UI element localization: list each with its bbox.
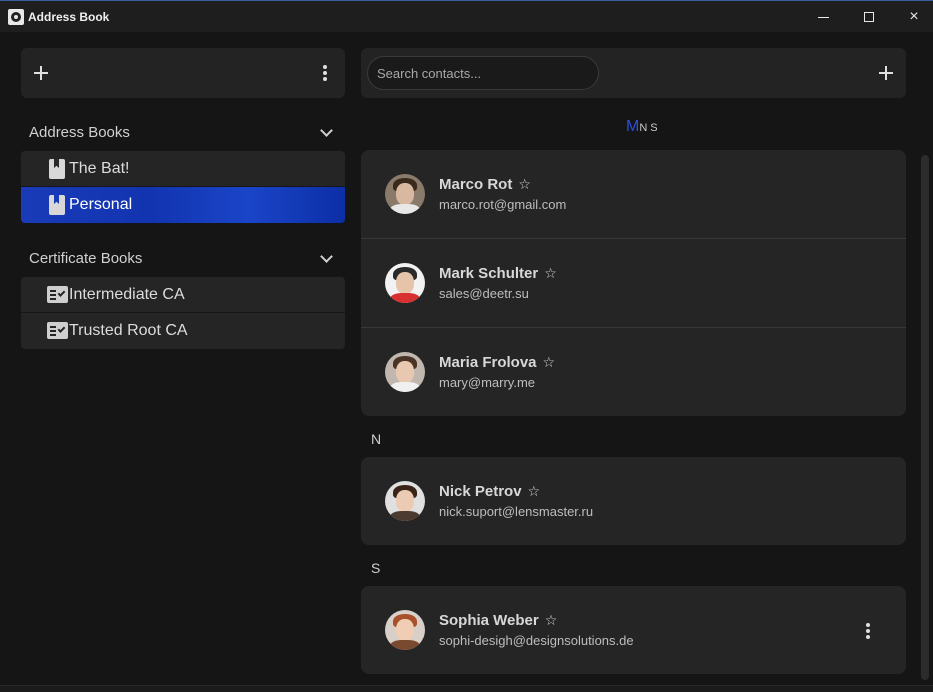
maximize-icon xyxy=(864,12,874,22)
contact-name: Sophia Weber ☆ xyxy=(439,612,558,629)
contact-menu-kebab-icon[interactable] xyxy=(864,623,872,639)
minimize-button[interactable] xyxy=(800,1,846,33)
contact-group-n: Nick Petrov ☆ nick.suport@lensmaster.ru xyxy=(361,457,906,545)
contact-email: nick.suport@lensmaster.ru xyxy=(439,504,594,519)
avatar xyxy=(385,352,425,392)
chevron-down-icon[interactable] xyxy=(320,124,333,137)
close-icon: × xyxy=(909,8,919,25)
add-contact-button[interactable] xyxy=(876,63,896,83)
left-menu-kebab-icon[interactable] xyxy=(321,65,329,81)
star-icon[interactable]: ☆ xyxy=(543,354,556,371)
address-book-item-the-bat[interactable]: The Bat! xyxy=(21,151,345,187)
contacts-scrollbar[interactable] xyxy=(921,155,929,680)
contact-email: sales@deetr.su xyxy=(439,286,529,301)
maximize-button[interactable] xyxy=(846,1,892,33)
certificate-books-title: Certificate Books xyxy=(29,250,143,267)
avatar xyxy=(385,481,425,521)
title-bar: Address Book × xyxy=(0,0,933,32)
address-book-label: Personal xyxy=(69,196,133,213)
contact-name: Mark Schulter ☆ xyxy=(439,265,557,282)
contact-name: Marco Rot ☆ xyxy=(439,176,531,193)
address-books-list: The Bat! Personal xyxy=(21,151,345,223)
contact-email: marco.rot@gmail.com xyxy=(439,197,567,212)
star-icon[interactable]: ☆ xyxy=(545,612,558,629)
left-toolbar xyxy=(21,48,345,98)
address-book-item-personal[interactable]: Personal xyxy=(21,187,345,223)
star-icon[interactable]: ☆ xyxy=(518,176,531,193)
contact-card-sophia-weber[interactable]: Sophia Weber ☆ sophi-desigh@designsolutio… xyxy=(361,586,906,674)
address-book-app-icon xyxy=(8,9,24,25)
alphabet-index: MN S xyxy=(626,118,661,136)
address-books-title: Address Books xyxy=(29,124,130,141)
alphabet-index-letter-n[interactable]: N xyxy=(639,122,647,134)
certificate-book-label: Trusted Root CA xyxy=(69,322,188,339)
certificate-books-header[interactable]: Certificate Books xyxy=(21,244,345,274)
search-contacts-input[interactable] xyxy=(367,56,599,90)
alphabet-index-letter-s[interactable]: S xyxy=(650,122,657,134)
avatar xyxy=(385,610,425,650)
contact-card-mark-schulter[interactable]: Mark Schulter ☆ sales@deetr.su xyxy=(361,239,906,328)
contact-group-s: Sophia Weber ☆ sophi-desigh@designsolutio… xyxy=(361,586,906,674)
contact-card-maria-frolova[interactable]: Maria Frolova ☆ mary@marry.me xyxy=(361,328,906,416)
avatar xyxy=(385,263,425,303)
chevron-down-icon[interactable] xyxy=(320,250,333,263)
certificate-icon xyxy=(47,322,68,339)
window-title: Address Book xyxy=(28,10,110,24)
group-letter-s: S xyxy=(371,560,381,576)
certificate-book-item-intermediate-ca[interactable]: Intermediate CA xyxy=(21,277,345,313)
contact-email: mary@marry.me xyxy=(439,375,536,390)
contacts-toolbar xyxy=(361,48,906,98)
star-icon[interactable]: ☆ xyxy=(544,265,557,282)
window-bottom-edge xyxy=(0,685,933,692)
address-book-label: The Bat! xyxy=(69,160,130,177)
contact-email: sophi-desigh@designsolutions.de xyxy=(439,633,634,648)
address-book-icon xyxy=(49,195,65,215)
address-book-icon xyxy=(49,159,65,179)
close-button[interactable]: × xyxy=(891,1,933,33)
certificate-books-list: Intermediate CA Trusted Root CA xyxy=(21,277,345,349)
avatar xyxy=(385,174,425,214)
contact-name: Maria Frolova ☆ xyxy=(439,354,556,371)
minimize-icon xyxy=(817,16,829,18)
address-books-header[interactable]: Address Books xyxy=(21,118,345,148)
certificate-book-label: Intermediate CA xyxy=(69,286,185,303)
certificate-icon xyxy=(47,286,68,303)
contact-name: Nick Petrov ☆ xyxy=(439,483,541,500)
contact-card-nick-petrov[interactable]: Nick Petrov ☆ nick.suport@lensmaster.ru xyxy=(361,457,906,545)
contact-card-marco-rot[interactable]: Marco Rot ☆ marco.rot@gmail.com xyxy=(361,150,906,239)
add-address-book-button[interactable] xyxy=(31,63,51,83)
star-icon[interactable]: ☆ xyxy=(528,483,541,500)
alphabet-index-letter-m[interactable]: M xyxy=(626,118,639,135)
group-letter-n: N xyxy=(371,431,382,447)
certificate-book-item-trusted-root-ca[interactable]: Trusted Root CA xyxy=(21,313,345,349)
contact-group-m: Marco Rot ☆ marco.rot@gmail.com Mark Schu… xyxy=(361,150,906,416)
